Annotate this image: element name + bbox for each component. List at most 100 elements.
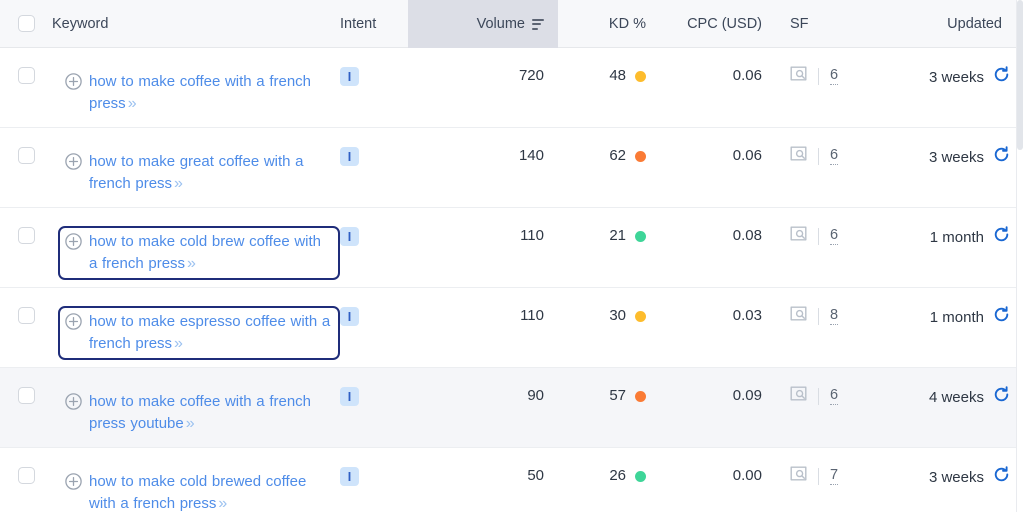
double-chevron-right-icon[interactable]: » bbox=[126, 95, 137, 112]
serp-preview-icon[interactable] bbox=[790, 306, 807, 326]
keyword-link-wrapper[interactable]: how to make great coffee with a french p… bbox=[58, 146, 340, 200]
column-header-updated[interactable]: Updated bbox=[860, 0, 1024, 48]
intent-badge[interactable]: I bbox=[340, 387, 359, 406]
column-header-intent[interactable]: Intent bbox=[340, 0, 408, 48]
sf-divider bbox=[818, 227, 819, 245]
vertical-scrollbar[interactable] bbox=[1016, 0, 1024, 512]
refresh-icon[interactable] bbox=[993, 226, 1010, 248]
column-header-kd[interactable]: KD % bbox=[558, 0, 658, 48]
refresh-icon[interactable] bbox=[993, 66, 1010, 88]
refresh-icon[interactable] bbox=[993, 306, 1010, 328]
sf-feature-count[interactable]: 6 bbox=[830, 147, 839, 165]
updated-cell: 1 month bbox=[860, 288, 1024, 368]
serp-preview-icon[interactable] bbox=[790, 466, 807, 486]
keyword-cell: how to make coffee with a french press» bbox=[52, 48, 340, 128]
keyword-link[interactable]: how to make cold brewed coffee with a fr… bbox=[89, 471, 332, 512]
row-select-checkbox[interactable] bbox=[17, 147, 35, 164]
updated-wrapper: 3 weeks bbox=[929, 66, 1010, 88]
select-all-checkbox[interactable] bbox=[17, 15, 35, 32]
updated-value: 1 month bbox=[929, 228, 984, 246]
double-chevron-right-icon[interactable]: » bbox=[185, 255, 196, 272]
cpc-cell: 0.00 bbox=[658, 448, 768, 512]
table-row[interactable]: how to make great coffee with a french p… bbox=[0, 128, 1024, 208]
keyword-text: how to make great coffee with a french p… bbox=[89, 153, 304, 192]
keyword-link[interactable]: how to make coffee with a french press y… bbox=[89, 391, 332, 435]
serp-preview-icon[interactable] bbox=[790, 226, 807, 246]
sf-cell: 6 bbox=[768, 208, 860, 288]
keyword-link-wrapper[interactable]: how to make cold brewed coffee with a fr… bbox=[58, 466, 340, 512]
keyword-link[interactable]: how to make espresso coffee with a frenc… bbox=[89, 311, 332, 355]
sf-feature-count[interactable]: 7 bbox=[830, 467, 839, 485]
column-header-volume[interactable]: Volume bbox=[408, 0, 558, 48]
serp-preview-icon[interactable] bbox=[790, 146, 807, 166]
plus-circle-icon[interactable] bbox=[65, 153, 82, 175]
sf-feature-count[interactable]: 8 bbox=[830, 307, 839, 325]
keyword-cell: how to make cold brew coffee with a fren… bbox=[52, 208, 340, 288]
keyword-link-wrapper[interactable]: how to make espresso coffee with a frenc… bbox=[58, 306, 340, 360]
cpc-cell: 0.06 bbox=[658, 48, 768, 128]
kd-cell: 30 bbox=[558, 288, 658, 368]
volume-value: 110 bbox=[520, 307, 544, 324]
kd-difficulty-dot bbox=[635, 390, 646, 402]
table-row[interactable]: how to make coffee with a french press» I… bbox=[0, 48, 1024, 128]
double-chevron-right-icon[interactable]: » bbox=[172, 175, 183, 192]
intent-badge[interactable]: I bbox=[340, 67, 359, 86]
plus-circle-icon[interactable] bbox=[65, 393, 82, 415]
sf-feature-count[interactable]: 6 bbox=[830, 387, 839, 405]
volume-value: 140 bbox=[518, 147, 544, 164]
kd-wrapper: 26 bbox=[609, 466, 646, 486]
keyword-text: how to make cold brewed coffee with a fr… bbox=[89, 473, 307, 512]
volume-cell: 110 bbox=[408, 208, 558, 288]
refresh-icon[interactable] bbox=[993, 466, 1010, 488]
kd-cell: 57 bbox=[558, 368, 658, 448]
intent-badge[interactable]: I bbox=[340, 227, 359, 246]
sf-wrapper: 6 bbox=[790, 146, 839, 166]
updated-value: 3 weeks bbox=[928, 468, 984, 486]
plus-circle-icon[interactable] bbox=[65, 313, 82, 335]
row-select-checkbox[interactable] bbox=[17, 67, 35, 84]
intent-badge[interactable]: I bbox=[340, 147, 359, 166]
table-row[interactable]: how to make cold brewed coffee with a fr… bbox=[0, 448, 1024, 512]
volume-cell: 140 bbox=[408, 128, 558, 208]
table-row[interactable]: how to make coffee with a french press y… bbox=[0, 368, 1024, 448]
keyword-cell: how to make espresso coffee with a frenc… bbox=[52, 288, 340, 368]
table-row[interactable]: how to make espresso coffee with a frenc… bbox=[0, 288, 1024, 368]
row-select-checkbox[interactable] bbox=[17, 227, 35, 244]
keyword-link[interactable]: how to make coffee with a french press» bbox=[89, 71, 332, 115]
sf-feature-count[interactable]: 6 bbox=[830, 227, 839, 245]
vertical-scrollbar-thumb[interactable] bbox=[1017, 0, 1023, 150]
keyword-link-wrapper[interactable]: how to make cold brew coffee with a fren… bbox=[58, 226, 340, 280]
keyword-cell: how to make cold brewed coffee with a fr… bbox=[52, 448, 340, 512]
sf-divider bbox=[818, 147, 819, 165]
row-select-checkbox[interactable] bbox=[17, 467, 35, 484]
double-chevron-right-icon[interactable]: » bbox=[216, 495, 227, 512]
double-chevron-right-icon[interactable]: » bbox=[184, 415, 195, 432]
intent-badge[interactable]: I bbox=[340, 467, 359, 486]
column-header-keyword[interactable]: Keyword bbox=[52, 0, 340, 48]
serp-preview-icon[interactable] bbox=[790, 66, 807, 86]
sf-feature-count[interactable]: 6 bbox=[830, 67, 839, 85]
plus-circle-icon[interactable] bbox=[65, 73, 82, 95]
refresh-icon[interactable] bbox=[993, 146, 1010, 168]
column-header-cpc[interactable]: CPC (USD) bbox=[658, 0, 768, 48]
plus-circle-icon[interactable] bbox=[65, 233, 82, 255]
row-select-checkbox[interactable] bbox=[17, 307, 35, 324]
cpc-value: 0.08 bbox=[732, 227, 762, 244]
keyword-link[interactable]: how to make great coffee with a french p… bbox=[89, 151, 332, 195]
row-select-cell bbox=[0, 288, 52, 368]
keyword-link[interactable]: how to make cold brew coffee with a fren… bbox=[89, 231, 332, 275]
row-select-checkbox[interactable] bbox=[17, 387, 35, 404]
intent-badge[interactable]: I bbox=[340, 307, 359, 326]
refresh-icon[interactable] bbox=[993, 386, 1010, 408]
keyword-link-wrapper[interactable]: how to make coffee with a french press» bbox=[58, 66, 340, 120]
column-header-sf[interactable]: SF bbox=[768, 0, 860, 48]
table-row[interactable]: how to make cold brew coffee with a fren… bbox=[0, 208, 1024, 288]
double-chevron-right-icon[interactable]: » bbox=[172, 335, 183, 352]
volume-value: 110 bbox=[520, 227, 544, 244]
sort-descending-icon[interactable] bbox=[532, 18, 544, 30]
keyword-link-wrapper[interactable]: how to make coffee with a french press y… bbox=[58, 386, 340, 440]
sf-wrapper: 6 bbox=[790, 226, 839, 246]
updated-wrapper: 1 month bbox=[930, 226, 1010, 248]
plus-circle-icon[interactable] bbox=[65, 473, 82, 495]
serp-preview-icon[interactable] bbox=[790, 386, 807, 406]
